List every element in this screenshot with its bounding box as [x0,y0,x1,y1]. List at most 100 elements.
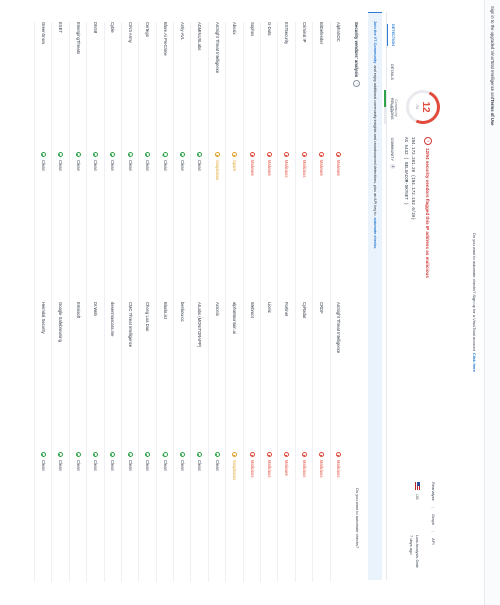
vendor-name[interactable]: benkow.cc [174,302,190,452]
table-row: Criminal IP Malicious CyRadar Malicious [294,22,313,582]
vendor-verdict: Clean [192,452,208,582]
check-circle-icon [110,452,116,457]
help-icon[interactable]: ? [353,80,360,88]
vendor-name[interactable]: G-Data [261,22,277,152]
vendors-section-title: Security vendors' analysis ? [353,22,360,88]
vendor-name[interactable]: Webroot [244,302,260,452]
vendor-name[interactable]: Google Safebrowsing [53,302,69,452]
vendor-verdict: Clean [35,452,51,582]
vendor-name[interactable]: Abusix [227,22,243,152]
vendor-name[interactable]: AlphaSOC [331,22,347,152]
asn-info[interactable]: AS 5432 ( BELGACOM-SKYNET ) [401,137,408,220]
vendor-name[interactable]: BitDefender [314,22,330,152]
table-row: Abusix Spam alphaMountain.ai Suspicious [225,22,243,582]
vendor-name[interactable]: Acronis [209,302,225,452]
vendor-name[interactable]: EmergingThreats [70,22,86,152]
vendor-name[interactable]: Antiy-AVL [174,22,190,152]
vendor-name[interactable]: ESET [53,22,69,152]
vendor-name[interactable]: BlockList [157,302,173,452]
check-circle-icon [214,452,220,457]
vendor-name[interactable]: ArcSight Threat Intelligence [331,302,347,452]
vendor-verdict: Malicious [261,452,277,582]
vendor-name[interactable]: Criminal IP [296,22,312,152]
vendor-verdict: Clean [53,452,69,582]
vendor-name[interactable]: AILabs (MONITORAPP) [192,302,208,452]
check-circle-icon [127,152,133,157]
vendor-name[interactable]: Heimdal Security [35,302,51,452]
check-circle-icon [162,152,168,157]
vendor-name[interactable]: Sophos [244,22,260,152]
vendor-name[interactable]: GreenSnow [35,22,51,152]
vendor-name[interactable]: alphaMountain.ai [227,302,243,452]
vendor-name[interactable]: DNS8 [88,22,104,152]
automate-checks-prompt[interactable]: Do you want to automate checks? [355,488,360,548]
vendor-name[interactable]: Lionic [261,302,277,452]
alert-circle-icon [284,452,290,457]
join-community-link[interactable]: Join the VT Community [373,21,377,63]
vendor-name[interactable]: CyRadar [296,302,312,452]
country-code: US [415,494,420,500]
vendor-name[interactable]: Dr.Web [88,302,104,452]
vendor-name[interactable]: CMC Threat Intelligence [122,302,138,452]
detection-score-ring: 12 /94 [406,90,440,124]
vendor-name[interactable]: CRDF [314,302,330,452]
automate-checks-link[interactable]: automate checks. [373,217,377,249]
check-circle-icon [179,452,185,457]
vendor-verdict: Clean [70,152,86,302]
tab-relations[interactable]: RELATIONS [387,98,394,120]
vendor-verdict: Clean [53,152,69,302]
table-row: ESET Clean Google Safebrowsing Clean [51,22,69,582]
check-circle-icon [179,152,185,157]
detection-alert-text: 12/94 security vendors flagged this IP a… [425,148,431,278]
vendor-verdict: Malware [279,452,295,582]
community-banner: Join the VT Community and enjoy addition… [368,12,382,580]
warning-circle-icon [232,152,238,157]
vendor-name[interactable]: Chong Lua Dao [140,302,156,452]
vendor-name[interactable]: Certego [140,22,156,152]
vendor-verdict: Suspicious [227,452,243,582]
ip-address[interactable]: 194.172.201.20 (194.172.192.0/20) [408,137,415,220]
api-button[interactable]: API [431,538,436,544]
check-circle-icon [145,452,151,457]
table-row: CINS Army Clean CMC Threat Intelligence Cle… [120,22,139,582]
vendor-name[interactable]: ADMINUSLabs [192,22,208,152]
alert-circle-icon [249,152,255,157]
check-circle-icon [58,152,64,157]
vendor-name[interactable]: Emsisoft [70,302,86,452]
alert-circle-icon [266,152,272,157]
vendor-name[interactable]: Fortinet [279,302,295,452]
vendor-verdict: Malicious [314,452,330,582]
vendor-verdict: Clean [105,452,121,582]
reanalyze-button[interactable]: Reanalyze [431,482,436,501]
tab-details[interactable]: DETAILS [387,64,394,80]
alert-circle-icon [249,452,255,457]
click-here-link[interactable]: Click here [473,353,478,372]
vendor-verdict: Clean [174,452,190,582]
top-banner: Sign in to the upgraded VirusTotal Intel… [484,0,500,605]
vendor-verdict: Suspicious [209,152,225,302]
tab-community[interactable]: COMMUNITY 2 [387,138,395,169]
vendor-verdict: Malicious [331,452,347,582]
check-circle-icon [93,152,99,157]
alert-icon: ! [424,137,432,145]
table-row: EmergingThreats Clean Emsisoft Clean [68,22,87,582]
vendor-name[interactable]: desenmascara.me [105,302,121,452]
tab-detection[interactable]: DETECTION [387,24,395,46]
report-actions: Reanalyze | Graph | API [431,482,436,545]
vendor-name[interactable]: Cyble [105,22,121,152]
vendor-verdict: Clean [88,152,104,302]
vendor-name[interactable]: ESTsecurity [279,22,295,152]
warning-circle-icon [232,452,238,457]
graph-button[interactable]: Graph [431,514,436,525]
table-row: DNS8 Clean Dr.Web Clean [86,22,104,582]
detection-alert: ! 12/94 security vendors flagged this IP… [424,137,432,278]
check-circle-icon [40,452,46,457]
vendor-verdict: Spam [227,152,243,302]
vendor-name[interactable]: Bfore.Ai PreCrime [157,22,173,152]
automation-notice-text: Do you want to automate checks? Sign up … [472,233,478,351]
terms-link[interactable]: Terms of Use [490,99,495,125]
community-banner-text: and enjoy additional community insights … [373,65,377,216]
vendor-name[interactable]: CINS Army [122,22,138,152]
vendor-verdict: Clean [122,452,138,582]
vendor-name[interactable]: ArcSight Threat Intelligence [209,22,225,152]
